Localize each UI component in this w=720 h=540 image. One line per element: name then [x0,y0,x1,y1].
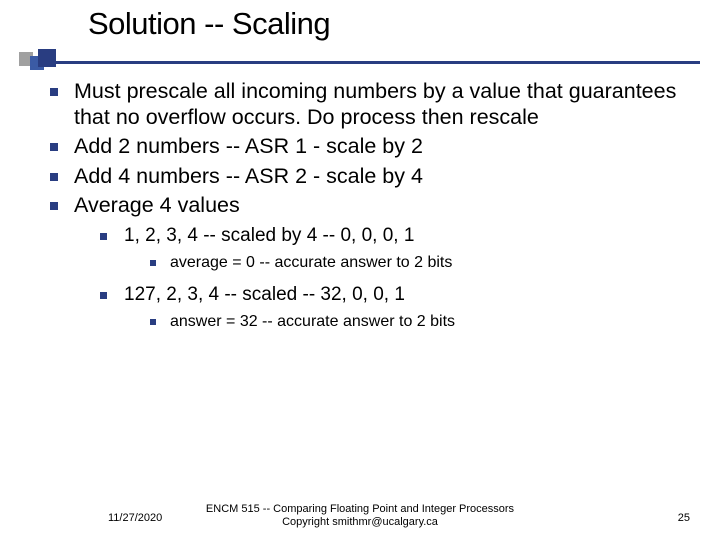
bullet-list: Must prescale all incoming numbers by a … [44,78,692,331]
bullet-item: Must prescale all incoming numbers by a … [44,78,692,130]
sub-sub-bullet-item: average = 0 -- accurate answer to 2 bits [144,253,692,273]
bullet-text: Must prescale all incoming numbers by a … [74,79,676,129]
decor-square-dark [38,49,56,67]
bullet-text: Average 4 values [74,193,240,217]
content-area: Must prescale all incoming numbers by a … [0,64,720,331]
bullet-text: Add 4 numbers -- ASR 2 - scale by 4 [74,164,423,188]
sub-sub-bullet-text: answer = 32 -- accurate answer to 2 bits [170,313,455,330]
bullet-text: Add 2 numbers -- ASR 1 - scale by 2 [74,134,423,158]
sub-sub-bullet-item: answer = 32 -- accurate answer to 2 bits [144,312,692,332]
footer-line2: Copyright smithmr@ucalgary.ca [282,516,438,528]
bullet-item: Average 4 values 1, 2, 3, 4 -- scaled by… [44,192,692,332]
slide: Solution -- Scaling Must prescale all in… [0,0,720,540]
sub-bullet-list: 1, 2, 3, 4 -- scaled by 4 -- 0, 0, 0, 1 … [74,224,692,331]
bullet-item: Add 2 numbers -- ASR 1 - scale by 2 [44,133,692,159]
footer-center: ENCM 515 -- Comparing Floating Point and… [0,503,720,531]
footer-line1: ENCM 515 -- Comparing Floating Point and… [206,503,514,515]
sub-bullet-item: 1, 2, 3, 4 -- scaled by 4 -- 0, 0, 0, 1 … [94,224,692,273]
sub-sub-bullet-text: average = 0 -- accurate answer to 2 bits [170,254,452,271]
title-underline [20,61,700,64]
sub-bullet-text: 1, 2, 3, 4 -- scaled by 4 -- 0, 0, 0, 1 [124,225,414,246]
title-bar: Solution -- Scaling [0,0,720,64]
sub-bullet-text: 127, 2, 3, 4 -- scaled -- 32, 0, 0, 1 [124,284,405,305]
footer: 11/27/2020 ENCM 515 -- Comparing Floatin… [0,488,720,534]
sub-sub-bullet-list: average = 0 -- accurate answer to 2 bits [124,253,692,273]
bullet-item: Add 4 numbers -- ASR 2 - scale by 4 [44,163,692,189]
sub-bullet-item: 127, 2, 3, 4 -- scaled -- 32, 0, 0, 1 an… [94,283,692,332]
sub-sub-bullet-list: answer = 32 -- accurate answer to 2 bits [124,312,692,332]
footer-page-number: 25 [678,512,690,524]
slide-title: Solution -- Scaling [88,6,720,42]
